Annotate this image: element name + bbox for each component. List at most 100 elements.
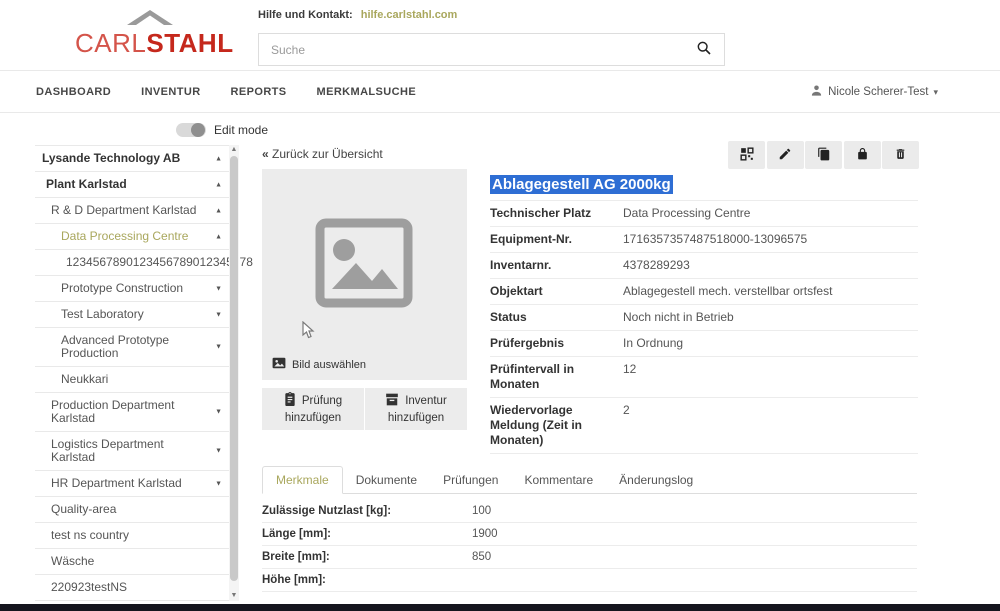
delete-button[interactable] [882, 141, 919, 169]
asset-title: Ablagegestell AG 2000kg [490, 176, 673, 193]
help-link[interactable]: hilfe.carlstahl.com [361, 9, 458, 21]
tree-item-hr-department-karlstad[interactable]: HR Department Karlstad [35, 471, 229, 497]
nav-item-inventur[interactable]: INVENTUR [141, 86, 200, 98]
tree-item-plant-karlstad[interactable]: Plant Karlstad [35, 172, 229, 198]
detail-row: StatusNoch nicht in Betrieb [490, 305, 918, 331]
expand-icon[interactable] [215, 445, 222, 458]
mouse-cursor-icon [302, 321, 316, 344]
user-icon [810, 84, 823, 100]
detail-value: 12 [623, 362, 636, 392]
qr-code-button[interactable] [728, 141, 765, 169]
asset-image-panel[interactable]: Bild auswählen [262, 169, 467, 380]
merkmal-value: 1900 [472, 528, 498, 540]
detail-row: Prüfintervall in Monaten12 [490, 357, 918, 398]
merkmal-label: Höhe [mm]: [262, 574, 472, 586]
add-inventur-button[interactable]: Inventur hinzufügen [365, 388, 467, 430]
copy-button[interactable] [805, 141, 842, 169]
expand-icon[interactable] [215, 406, 222, 419]
tab-kommentare[interactable]: Kommentare [511, 467, 606, 493]
search-icon [696, 40, 712, 59]
logo-carl: CARL [75, 28, 146, 58]
scroll-down-icon[interactable]: ▼ [229, 591, 239, 601]
app-window: CARLSTAHL Hilfe und Kontakt:hilfe.carlst… [0, 0, 1000, 611]
detail-label: Objektart [490, 284, 623, 299]
nav-items: DASHBOARD INVENTUR REPORTS MERKMALSUCHE [36, 86, 416, 98]
detail-row: Inventarnr.4378289293 [490, 253, 918, 279]
detail-label: Prüfintervall in Monaten [490, 362, 623, 392]
image-icon [272, 357, 286, 372]
roof-icon [127, 10, 173, 30]
bottom-bar [0, 604, 1000, 611]
nav-item-dashboard[interactable]: DASHBOARD [36, 86, 111, 98]
copy-icon [817, 147, 831, 164]
merkmale-list: Zulässige Nutzlast [kg]:100 Länge [mm]:1… [262, 500, 917, 592]
back-to-overview-link[interactable]: Zurück zur Übersicht [262, 147, 383, 161]
tree-item-long-number[interactable]: 1234567890123456789012345678 [35, 250, 229, 276]
main-nav: DASHBOARD INVENTUR REPORTS MERKMALSUCHE … [0, 71, 1000, 113]
expand-icon[interactable] [215, 282, 222, 295]
user-menu[interactable]: Nicole Scherer-Test [810, 71, 938, 113]
action-label-line1: Prüfung [302, 394, 342, 409]
merkmal-value: 100 [472, 505, 491, 517]
nav-item-reports[interactable]: REPORTS [231, 86, 287, 98]
header: CARLSTAHL Hilfe und Kontakt:hilfe.carlst… [0, 0, 1000, 71]
detail-label: Equipment-Nr. [490, 232, 623, 247]
asset-toolbar [728, 141, 919, 169]
tree-item-test-ns-country[interactable]: test ns country [35, 523, 229, 549]
detail-value: Ablagegestell mech. verstellbar ortsfest [623, 284, 832, 299]
tab-aenderungslog[interactable]: Änderungslog [606, 467, 706, 493]
search-box [258, 33, 725, 66]
detail-label: Technischer Platz [490, 206, 623, 221]
merkmal-label: Breite [mm]: [262, 551, 472, 563]
chevron-down-icon [933, 86, 938, 98]
expand-icon[interactable] [215, 341, 222, 354]
tree-item-advanced-prototype-production[interactable]: Advanced Prototype Production [35, 328, 229, 367]
tree-item-lysande-technology-ab[interactable]: Lysande Technology AB [35, 146, 229, 172]
tree-item-test-laboratory[interactable]: Test Laboratory [35, 302, 229, 328]
tree-item-waesche[interactable]: Wäsche [35, 549, 229, 575]
tree-item-220923testns[interactable]: 220923testNS [35, 575, 229, 601]
merkmal-row: Breite [mm]:850 [262, 546, 917, 569]
collapse-icon[interactable] [215, 230, 222, 243]
merkmal-value: 850 [472, 551, 491, 563]
detail-row: ObjektartAblagegestell mech. verstellbar… [490, 279, 918, 305]
help-label: Hilfe und Kontakt: [258, 9, 353, 21]
edit-mode-label: Edit mode [214, 123, 268, 137]
detail-label: Inventarnr. [490, 258, 623, 273]
tree-item-quality-area[interactable]: Quality-area [35, 497, 229, 523]
scroll-up-icon[interactable]: ▲ [229, 145, 239, 155]
collapse-icon[interactable] [215, 178, 222, 191]
merkmal-row: Zulässige Nutzlast [kg]:100 [262, 500, 917, 523]
tree-item-logistics-department-karlstad[interactable]: Logistics Department Karlstad [35, 432, 229, 471]
pencil-icon [778, 147, 792, 164]
tree-item-prototype-construction[interactable]: Prototype Construction [35, 276, 229, 302]
search-button[interactable] [684, 34, 724, 65]
asset-actions: Prüfung hinzufügen Inventur hinzufügen [262, 388, 467, 430]
tree-item-rd-department-karlstad[interactable]: R & D Department Karlstad [35, 198, 229, 224]
edit-button[interactable] [767, 141, 804, 169]
add-pruefung-button[interactable]: Prüfung hinzufügen [262, 388, 365, 430]
help-contact: Hilfe und Kontakt: hilfe.carlstahl.com [258, 9, 457, 21]
tree-item-data-processing-centre[interactable]: Data Processing Centre [35, 224, 229, 250]
expand-icon[interactable] [215, 477, 222, 490]
qr-code-icon [740, 147, 754, 164]
nav-item-merkmalsuche[interactable]: MERKMALSUCHE [317, 86, 417, 98]
collapse-icon[interactable] [215, 152, 222, 165]
select-image-button[interactable]: Bild auswählen [272, 357, 366, 372]
collapse-icon[interactable] [215, 204, 222, 217]
tab-pruefungen[interactable]: Prüfungen [430, 467, 511, 493]
detail-label: Wiedervorlage Meldung (Zeit in Monaten) [490, 403, 623, 448]
scrollbar-thumb[interactable] [230, 156, 238, 581]
detail-value: Noch nicht in Betrieb [623, 310, 734, 325]
lock-button[interactable] [844, 141, 881, 169]
expand-icon[interactable] [215, 308, 222, 321]
tab-merkmale[interactable]: Merkmale [262, 466, 343, 494]
search-input[interactable] [259, 43, 684, 57]
toggle-knob [191, 123, 205, 137]
tree-item-production-department-karlstad[interactable]: Production Department Karlstad [35, 393, 229, 432]
tab-dokumente[interactable]: Dokumente [343, 467, 430, 493]
sidebar-scrollbar[interactable]: ▲ ▼ [229, 145, 239, 601]
edit-mode-toggle[interactable] [176, 123, 206, 137]
detail-row: PrüfergebnisIn Ordnung [490, 331, 918, 357]
tree-item-neukkari[interactable]: Neukkari [35, 367, 229, 393]
